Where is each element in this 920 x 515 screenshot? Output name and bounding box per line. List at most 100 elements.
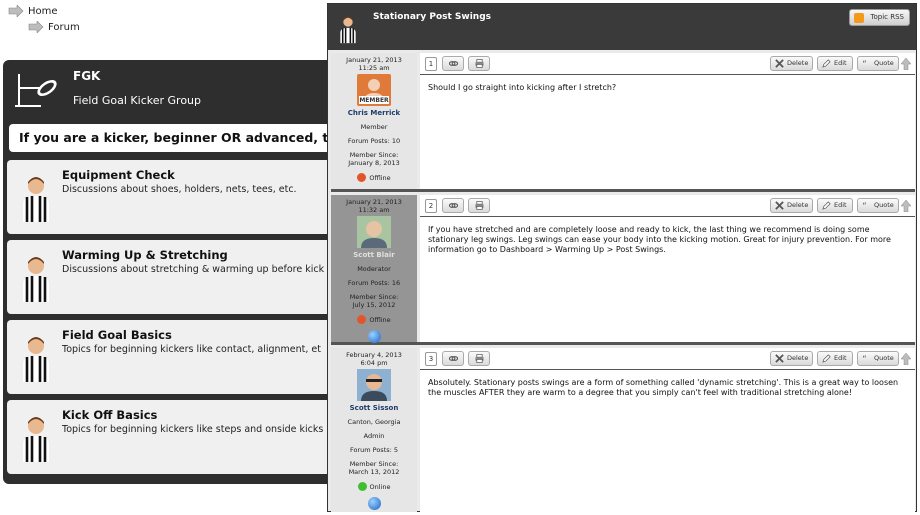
print-button[interactable] xyxy=(468,56,490,71)
referee-icon xyxy=(23,337,49,382)
post-role: Moderator xyxy=(357,265,391,273)
forum-description: Field Goal Kicker Group xyxy=(73,94,202,107)
forum-banner: If you are a kicker, beginner OR advance… xyxy=(9,124,333,152)
delete-icon xyxy=(775,59,784,68)
breadcrumb-home[interactable]: Home xyxy=(8,5,58,17)
user-photo-icon xyxy=(357,216,391,248)
print-button[interactable] xyxy=(468,198,490,213)
edit-icon xyxy=(822,201,831,210)
permalink-button[interactable] xyxy=(442,351,464,366)
delete-icon xyxy=(775,354,784,363)
quote-icon: “ xyxy=(862,354,867,363)
quote-button[interactable]: “Quote xyxy=(857,351,899,366)
permalink-button[interactable] xyxy=(442,56,464,71)
delete-button[interactable]: Delete xyxy=(770,351,813,366)
topic-rss-button[interactable]: Topic RSS xyxy=(849,9,910,26)
category-field-goal-basics[interactable]: Field Goal Basics Topics for beginning k… xyxy=(7,320,333,394)
forum-name: FGK xyxy=(73,69,101,83)
arrow-up-icon[interactable] xyxy=(901,200,911,212)
offline-dot-icon xyxy=(357,173,367,182)
post-date: January 21, 2013 11:32 am xyxy=(346,198,402,214)
post-forum-posts: Forum Posts: 10 xyxy=(347,137,401,145)
offline-dot-icon xyxy=(357,315,367,324)
post-username[interactable]: Scott Sisson xyxy=(331,404,417,412)
breadcrumb-forum[interactable]: Forum xyxy=(28,21,80,33)
svg-text:“: “ xyxy=(862,201,867,210)
post-forum-posts: Forum Posts: 16 xyxy=(347,279,401,287)
post-3: February 4, 2013 6:04 pm Scott Sisson Can… xyxy=(331,348,915,512)
category-description: Topics for beginning kickers like contac… xyxy=(62,344,321,355)
post-member-since: Member Since: July 15, 2012 xyxy=(349,293,399,309)
post-text: Absolutely. Stationary posts swings are … xyxy=(428,378,899,397)
avatar[interactable]: MEMBER xyxy=(357,74,391,106)
post-member-since: Member Since: March 13, 2012 xyxy=(348,460,400,476)
quote-button[interactable]: “Quote xyxy=(857,56,899,71)
delete-button[interactable]: Delete xyxy=(770,56,813,71)
print-icon xyxy=(475,59,484,68)
quote-button[interactable]: “Quote xyxy=(857,198,899,213)
category-title[interactable]: Equipment Check xyxy=(62,168,175,182)
category-equipment-check[interactable]: Equipment Check Discussions about shoes,… xyxy=(7,160,333,234)
arrow-up-icon[interactable] xyxy=(901,58,911,70)
topic-header: Stationary Post Swings Topic RSS xyxy=(328,4,916,50)
edit-button[interactable]: Edit xyxy=(817,56,853,71)
post-author-panel: January 21, 2013 11:32 am Scott Blair Mod… xyxy=(331,195,417,343)
delete-button[interactable]: Delete xyxy=(770,198,813,213)
post-role: Admin xyxy=(363,432,385,440)
category-kick-off-basics[interactable]: Kick Off Basics Topics for beginning kic… xyxy=(7,400,333,474)
post-text: Should I go straight into kicking after … xyxy=(428,83,617,92)
category-title[interactable]: Kick Off Basics xyxy=(62,408,157,422)
link-icon xyxy=(449,61,458,66)
post-body: 3 Delete Edit “Quote Absolutely. Station… xyxy=(420,348,915,512)
permalink-button[interactable] xyxy=(442,198,464,213)
link-icon xyxy=(449,356,458,361)
arrow-right-icon xyxy=(28,21,44,33)
post-body: 1 Delete Edit “Quote Should I go straigh… xyxy=(420,53,915,189)
goalpost-logo-icon xyxy=(15,74,57,107)
post-username[interactable]: Chris Merrick xyxy=(331,109,417,117)
post-date: February 4, 2013 6:04 pm xyxy=(346,351,402,367)
website-globe-icon[interactable] xyxy=(367,497,381,510)
category-title[interactable]: Warming Up & Stretching xyxy=(62,248,228,262)
edit-button[interactable]: Edit xyxy=(817,198,853,213)
post-2: January 21, 2013 11:32 am Scott Blair Mod… xyxy=(331,195,915,345)
print-button[interactable] xyxy=(468,351,490,366)
avatar[interactable] xyxy=(357,369,391,401)
post-number: 3 xyxy=(425,352,437,366)
post-forum-posts: Forum Posts: 5 xyxy=(349,446,399,454)
category-warming-up[interactable]: Warming Up & Stretching Discussions abou… xyxy=(7,240,333,314)
referee-icon xyxy=(23,417,49,462)
post-location: Canton, Georgia xyxy=(347,418,401,426)
category-description: Topics for beginning kickers like steps … xyxy=(62,424,324,435)
svg-text:“: “ xyxy=(862,354,867,363)
referee-icon xyxy=(23,177,49,222)
category-description: Discussions about shoes, holders, nets, … xyxy=(62,184,297,195)
post-status: Online xyxy=(331,482,417,491)
website-globe-icon[interactable] xyxy=(367,330,381,343)
breadcrumb-forum-label: Forum xyxy=(48,21,80,33)
topic-window: Stationary Post Swings Topic RSS January… xyxy=(327,3,917,512)
topic-title: Stationary Post Swings xyxy=(373,12,492,22)
forum-panel: FGK Field Goal Kicker Group If you are a… xyxy=(3,60,333,484)
user-photo-icon xyxy=(357,369,391,401)
arrow-right-icon xyxy=(8,5,24,17)
post-username[interactable]: Scott Blair xyxy=(331,251,417,259)
avatar[interactable] xyxy=(357,216,391,248)
post-role: Member xyxy=(360,123,388,131)
post-date: January 21, 2013 11:25 am xyxy=(346,56,402,72)
category-title[interactable]: Field Goal Basics xyxy=(62,328,172,342)
delete-icon xyxy=(775,201,784,210)
post-1: January 21, 2013 11:25 am MEMBER Chris Me… xyxy=(331,53,915,192)
post-status: Offline xyxy=(331,315,417,324)
post-author-panel: February 4, 2013 6:04 pm Scott Sisson Can… xyxy=(331,348,417,512)
avatar-label: MEMBER xyxy=(359,97,389,104)
rss-icon xyxy=(854,13,865,23)
referee-icon xyxy=(23,257,49,302)
forum-header: FGK Field Goal Kicker Group xyxy=(3,60,333,122)
post-number: 1 xyxy=(425,57,437,71)
post-text: If you have stretched and are completely… xyxy=(428,225,891,254)
link-icon xyxy=(449,203,458,208)
arrow-up-icon[interactable] xyxy=(901,353,911,365)
print-icon xyxy=(475,354,484,363)
edit-button[interactable]: Edit xyxy=(817,351,853,366)
